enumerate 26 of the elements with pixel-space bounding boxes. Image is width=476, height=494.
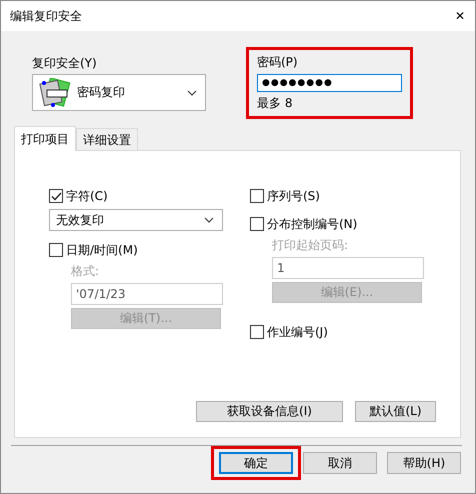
field-label: 复印安全(Y)	[32, 55, 98, 72]
field-label: 密码(P)	[257, 54, 299, 71]
character-dropdown[interactable]: 无效复印	[49, 209, 223, 231]
dialog-button[interactable]: 取消	[303, 452, 377, 474]
document-stack-icon	[39, 78, 71, 108]
tab[interactable]: 详细设置	[76, 128, 138, 150]
dropdown-value: 无效复印	[56, 212, 105, 228]
checkbox-label[interactable]: 字符(C)	[66, 188, 108, 204]
panel-button[interactable]: 默认值(L)	[355, 401, 436, 422]
copy-security-dropdown[interactable]: 密码复印	[32, 74, 206, 111]
dropdown-value: 密码复印	[77, 84, 126, 101]
checkbox-label[interactable]: 作业编号(J)	[267, 324, 328, 340]
panel-button[interactable]: 获取设备信息(I)	[196, 401, 343, 422]
dialog-button[interactable]: 确定	[219, 452, 293, 474]
tab[interactable]: 打印项目	[14, 126, 76, 151]
window-title: 编辑复印安全	[10, 8, 82, 24]
checkbox[interactable]	[49, 189, 63, 203]
field-label: 格式:	[71, 263, 100, 280]
checkbox-label[interactable]: 序列号(S)	[267, 188, 320, 204]
field-label: 打印起始页码:	[272, 237, 350, 254]
dialog-button[interactable]: 帮助(H)	[387, 452, 461, 474]
close-button[interactable]: ✕	[454, 9, 465, 23]
checkbox[interactable]	[250, 189, 264, 203]
password-field[interactable]: ●●●●●●●●	[257, 74, 402, 92]
hint-text: 最多 8	[257, 95, 294, 112]
checkbox[interactable]	[250, 325, 264, 339]
